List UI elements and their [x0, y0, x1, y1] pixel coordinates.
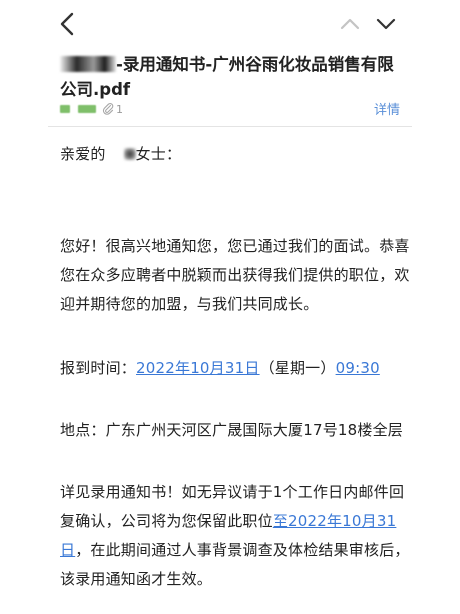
greeting-suffix: 女士： [135, 145, 182, 163]
location: 地点：广东广州天河区广晟国际大厦17号18楼全层 [60, 416, 410, 445]
redacted-name [60, 56, 116, 72]
report-time-label: 报到时间： [60, 359, 137, 377]
closing-text: ，在此期间通过人事背景调查及体检结果审核后，该录用通知函才生效。 [60, 541, 410, 588]
sender-row: 1 [60, 102, 123, 116]
redacted-name [123, 148, 136, 160]
greeting: 亲爱的 女士： [60, 140, 410, 169]
attachment-count: 1 [116, 102, 123, 116]
report-clock-link[interactable]: 09:30 [336, 359, 380, 377]
report-time: 报到时间：2022年10月31日（星期一）09:30 [60, 354, 410, 383]
report-date-link[interactable]: 2022年10月31日 [136, 359, 260, 377]
next-mail-button[interactable] [370, 8, 402, 40]
back-button[interactable] [52, 8, 84, 40]
chevron-left-icon [60, 12, 74, 36]
greeting-prefix: 亲爱的 [60, 145, 106, 163]
redacted-sender-part [60, 105, 70, 113]
details-link[interactable]: 详情 [374, 99, 400, 118]
header-divider [48, 126, 412, 127]
paperclip-icon [102, 100, 114, 119]
chevron-up-icon [340, 18, 360, 30]
location-value: 广东广州天河区广晟国际大厦17号18楼全层 [105, 421, 403, 439]
previous-mail-button[interactable] [334, 8, 366, 40]
mail-subject: -录用通知书-广州谷雨化妆品销售有限公司.pdf [60, 52, 400, 102]
top-navigation-bar [0, 0, 460, 48]
report-weekday: （星期一） [259, 359, 336, 377]
location-label: 地点： [60, 421, 106, 439]
paragraph-offer: 您好！很高兴地通知您，您已通过我们的面试。恭喜您在众多应聘者中脱颖而出获得我们提… [60, 237, 410, 313]
paragraph-closing: 详见录用通知书！如无异议请于1个工作日内邮件回复确认，公司将为您保留此职位至20… [60, 478, 410, 594]
redacted-sender-part [78, 105, 96, 113]
chevron-down-icon [376, 18, 396, 30]
